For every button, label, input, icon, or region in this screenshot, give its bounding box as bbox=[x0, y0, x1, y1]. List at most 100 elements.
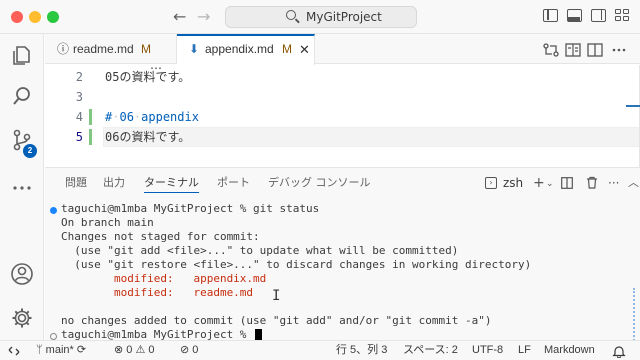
remote-icon bbox=[8, 346, 20, 356]
modified-indicator: M bbox=[282, 42, 292, 56]
tab-readme[interactable]: ⓘ readme.md M bbox=[45, 34, 177, 64]
git-added-marker bbox=[89, 129, 92, 145]
heading-number: 06 bbox=[119, 110, 134, 124]
text-cursor-icon: I bbox=[272, 288, 281, 304]
explorer-button[interactable] bbox=[0, 38, 44, 74]
terminal-scrollbar[interactable] bbox=[633, 288, 636, 348]
search-icon bbox=[286, 10, 296, 20]
tab-problems[interactable]: 問題 bbox=[65, 174, 87, 192]
branch-indicator[interactable]: ᛘ main* ⟳ bbox=[36, 341, 86, 360]
split-editor-icon[interactable] bbox=[587, 43, 603, 57]
antenna-icon: ⊘ bbox=[180, 344, 190, 356]
open-preview-icon[interactable] bbox=[565, 43, 581, 57]
status-bar: ᛘ main* ⟳ ⊗ 0 ⚠ 0 ⊘ 0 行 5、列 3 スペース: 2 UT… bbox=[0, 340, 640, 360]
search-button[interactable] bbox=[0, 78, 44, 114]
branch-name: main* bbox=[45, 344, 74, 356]
gear-icon bbox=[12, 308, 32, 328]
tab-output[interactable]: 出力 bbox=[103, 174, 125, 192]
editor-line[interactable]: 2 05の資料です。 bbox=[45, 67, 640, 87]
error-icon: ⊗ bbox=[114, 344, 124, 356]
info-icon: ⓘ bbox=[57, 42, 70, 56]
language-mode[interactable]: Markdown bbox=[544, 341, 595, 360]
chevron-down-icon[interactable]: ⌄ bbox=[546, 175, 554, 193]
forward-arrow-icon[interactable]: → bbox=[197, 7, 210, 26]
command-center-title: MyGitProject bbox=[306, 10, 382, 24]
heading-word: appendix bbox=[141, 110, 199, 124]
minimize-window-button[interactable] bbox=[29, 11, 41, 23]
ellipsis-icon bbox=[13, 186, 31, 190]
terminal-shell-label[interactable]: zsh bbox=[503, 174, 523, 192]
command-center-search[interactable]: MyGitProject bbox=[225, 6, 417, 28]
toggle-secondary-sidebar-icon[interactable] bbox=[591, 9, 606, 22]
line-text: 06の資料です。 bbox=[105, 130, 191, 144]
editor-area[interactable]: … 2 05の資料です。 3 4 #·06·appendix 5 06の資料です… bbox=[45, 65, 640, 167]
customize-layout-icon[interactable] bbox=[615, 9, 630, 22]
close-window-button[interactable] bbox=[11, 11, 23, 23]
maximize-panel-icon[interactable]: ︿ bbox=[628, 174, 639, 192]
compare-changes-icon[interactable] bbox=[543, 43, 559, 57]
close-tab-icon[interactable]: ✕ bbox=[299, 36, 310, 63]
notifications-bell-icon[interactable] bbox=[612, 345, 626, 358]
end-of-line[interactable]: LF bbox=[518, 341, 531, 360]
new-terminal-plus-icon[interactable]: + bbox=[533, 174, 545, 192]
markdown-download-icon: ⬇ bbox=[189, 42, 200, 56]
toggle-panel-icon[interactable] bbox=[567, 9, 582, 22]
more-views-button[interactable] bbox=[0, 170, 44, 206]
command-decoration[interactable] bbox=[50, 333, 57, 340]
line-number: 3 bbox=[75, 90, 83, 104]
back-arrow-icon[interactable]: ← bbox=[173, 7, 186, 26]
vscode-window: ← → MyGitProject 2 ⓘ readme.md M ⬇ appen… bbox=[0, 0, 640, 360]
manage-button[interactable] bbox=[0, 300, 44, 336]
terminal-line: no changes added to commit (use "git add… bbox=[61, 314, 492, 327]
terminal[interactable]: taguchi@m1mba MyGitProject % git status … bbox=[45, 202, 640, 341]
sync-icon: ⟳ bbox=[76, 344, 87, 356]
ports-count: 0 bbox=[192, 344, 199, 356]
cursor-position[interactable]: 行 5、列 3 bbox=[336, 341, 387, 360]
indentation[interactable]: スペース: 2 bbox=[403, 341, 458, 360]
tab-debug-console[interactable]: デバッグ コンソール bbox=[268, 174, 371, 192]
overview-ruler-marker bbox=[626, 105, 640, 107]
tab-ports[interactable]: ポート bbox=[217, 174, 250, 192]
tab-terminal[interactable]: ターミナル bbox=[144, 174, 199, 193]
terminal-line-modified: modified: readme.md bbox=[61, 286, 254, 299]
line-number: 4 bbox=[75, 110, 83, 124]
title-bar: ← → MyGitProject bbox=[0, 0, 640, 34]
ellipsis-icon[interactable]: ··· bbox=[608, 174, 619, 192]
bottom-panel: 問題 出力 ターミナル ポート デバッグ コンソール › zsh + ⌄ ···… bbox=[45, 167, 640, 348]
remote-indicator[interactable] bbox=[0, 341, 28, 360]
accounts-button[interactable] bbox=[0, 256, 44, 292]
error-count: 0 bbox=[126, 344, 133, 356]
line-number: 2 bbox=[75, 70, 83, 84]
terminal-line-modified: modified: appendix.md bbox=[61, 272, 267, 285]
encoding[interactable]: UTF-8 bbox=[472, 341, 503, 360]
modified-indicator: M bbox=[141, 42, 151, 56]
warning-icon: ⚠ bbox=[135, 344, 146, 356]
heading-text: #·06·appendix bbox=[105, 107, 199, 127]
git-added-marker bbox=[89, 109, 92, 125]
tab-appendix[interactable]: ⬇ appendix.md M ✕ bbox=[177, 34, 315, 65]
toggle-primary-sidebar-icon[interactable] bbox=[543, 9, 558, 22]
search-icon bbox=[13, 87, 30, 105]
editor-tab-bar: ⓘ readme.md M ⬇ appendix.md M ✕ bbox=[45, 34, 640, 65]
source-control-badge: 2 bbox=[23, 144, 37, 158]
line-number: 5 bbox=[75, 130, 83, 144]
ports-indicator[interactable]: ⊘ 0 bbox=[180, 341, 198, 360]
maximize-window-button[interactable] bbox=[47, 11, 59, 23]
more-actions-icon[interactable] bbox=[611, 43, 627, 57]
trash-icon[interactable] bbox=[586, 176, 598, 189]
source-control-button[interactable]: 2 bbox=[0, 122, 44, 158]
line-text: 05の資料です。 bbox=[105, 70, 191, 84]
editor-line[interactable]: 3 bbox=[45, 87, 640, 107]
command-success-decoration[interactable] bbox=[50, 207, 57, 214]
tab-label: appendix.md bbox=[205, 42, 274, 56]
branch-icon: ᛘ bbox=[36, 344, 43, 356]
terminal-line: (use "git restore <file>..." to discard … bbox=[61, 258, 532, 271]
editor-line-current[interactable]: 5 06の資料です。 bbox=[45, 127, 640, 147]
terminal-line: Changes not staged for commit: bbox=[61, 230, 260, 243]
files-icon bbox=[13, 46, 30, 65]
terminal-line: taguchi@m1mba MyGitProject % git status bbox=[61, 202, 320, 215]
split-terminal-icon[interactable] bbox=[561, 177, 573, 189]
problems-indicator[interactable]: ⊗ 0 ⚠ 0 bbox=[114, 341, 155, 360]
editor-line[interactable]: 4 #·06·appendix bbox=[45, 107, 640, 127]
warning-count: 0 bbox=[148, 344, 155, 356]
